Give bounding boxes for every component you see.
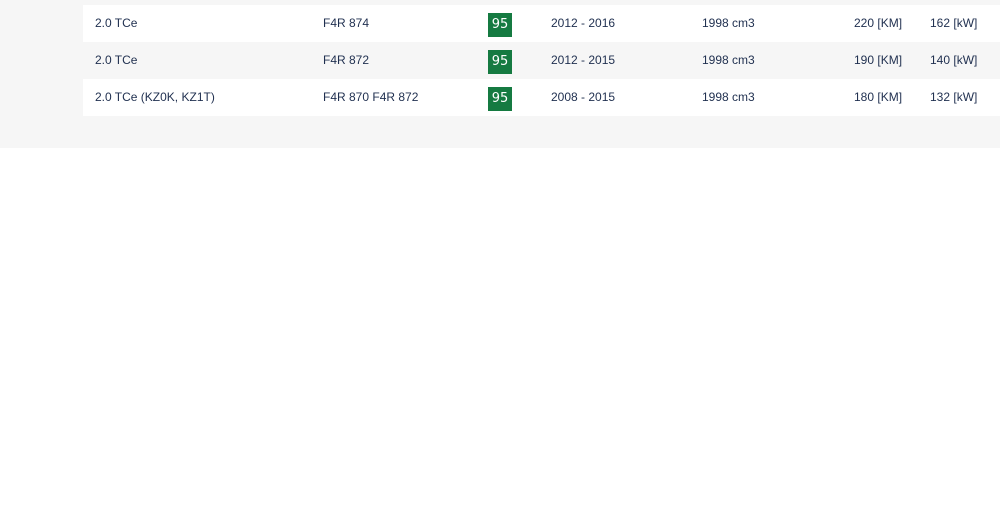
- engine-table: 2.0 TCe F4R 874 95 2012 - 2016 1998 cm3 …: [83, 5, 1000, 116]
- page: 2.0 TCe F4R 874 95 2012 - 2016 1998 cm3 …: [0, 0, 1000, 528]
- octane-badge: 95: [488, 12, 512, 37]
- power-kw: 162 [kW]: [930, 16, 978, 30]
- table-row[interactable]: 2.0 TCe F4R 874 95 2012 - 2016 1998 cm3 …: [83, 5, 1000, 42]
- production-years: 2008 - 2015: [551, 90, 616, 104]
- octane-badge-value: 95: [488, 13, 512, 37]
- engine-list-panel: 2.0 TCe F4R 874 95 2012 - 2016 1998 cm3 …: [0, 0, 1000, 148]
- production-years: 2012 - 2016: [551, 16, 616, 30]
- engine-name: 2.0 TCe: [95, 16, 138, 30]
- engine-code: F4R 870 F4R 872: [323, 90, 419, 104]
- power-km: 180 [KM]: [854, 90, 903, 104]
- engine-capacity: 1998 cm3: [702, 16, 755, 30]
- engine-capacity: 1998 cm3: [702, 90, 755, 104]
- power-kw: 140 [kW]: [930, 53, 978, 67]
- engine-name: 2.0 TCe (KZ0K, KZ1T): [95, 90, 215, 104]
- octane-badge-value: 95: [488, 50, 512, 74]
- power-km: 220 [KM]: [854, 16, 903, 30]
- engine-name: 2.0 TCe: [95, 53, 138, 67]
- octane-badge: 95: [488, 49, 512, 74]
- engine-code: F4R 872: [323, 53, 370, 67]
- production-years: 2012 - 2015: [551, 53, 616, 67]
- power-kw: 132 [kW]: [930, 90, 978, 104]
- octane-badge: 95: [488, 86, 512, 111]
- engine-code: F4R 874: [323, 16, 370, 30]
- table-row[interactable]: 2.0 TCe F4R 872 95 2012 - 2015 1998 cm3 …: [83, 42, 1000, 79]
- engine-capacity: 1998 cm3: [702, 53, 755, 67]
- octane-badge-value: 95: [488, 87, 512, 111]
- table-row[interactable]: 2.0 TCe (KZ0K, KZ1T) F4R 870 F4R 872 95 …: [83, 79, 1000, 116]
- power-km: 190 [KM]: [854, 53, 903, 67]
